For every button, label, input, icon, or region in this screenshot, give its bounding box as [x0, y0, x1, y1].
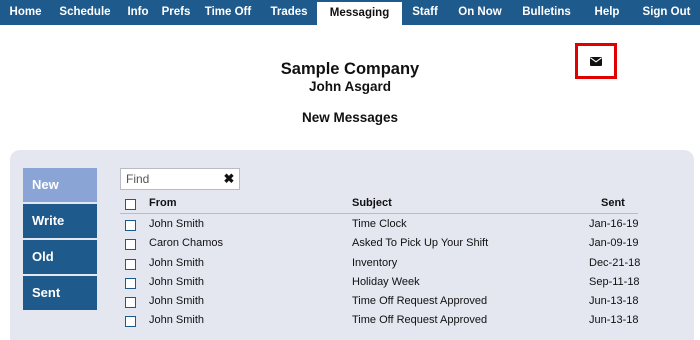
row-checkbox[interactable]: [125, 239, 136, 250]
table-row[interactable]: John Smith Time Clock Jan-16-19: [120, 215, 639, 234]
row-from: John Smith: [149, 295, 205, 307]
envelope-button[interactable]: [575, 43, 617, 79]
row-subject[interactable]: Inventory: [352, 254, 397, 273]
row-from: John Smith: [149, 314, 205, 326]
nav-info[interactable]: Info: [119, 0, 157, 25]
folder-write[interactable]: Write: [23, 204, 97, 238]
nav-prefs[interactable]: Prefs: [157, 0, 195, 25]
row-sent: Dec-21-18: [589, 257, 641, 269]
row-from: John Smith: [149, 276, 205, 288]
find-box: ✖: [120, 168, 240, 190]
folder-new[interactable]: New: [23, 168, 97, 202]
column-subject: Subject: [352, 197, 392, 209]
column-from: From: [149, 197, 177, 209]
row-subject[interactable]: Asked To Pick Up Your Shift: [352, 234, 488, 253]
row-checkbox[interactable]: [125, 259, 136, 270]
close-icon[interactable]: ✖: [222, 171, 236, 187]
row-checkbox[interactable]: [125, 278, 136, 289]
envelope-icon: [590, 56, 602, 66]
row-checkbox[interactable]: [125, 316, 136, 327]
nav-staff[interactable]: Staff: [402, 0, 448, 25]
user-name: John Asgard: [308, 79, 391, 94]
nav-help[interactable]: Help: [581, 0, 633, 25]
row-checkbox[interactable]: [125, 220, 136, 231]
row-subject[interactable]: Holiday Week: [352, 273, 420, 292]
find-input[interactable]: [121, 169, 221, 189]
table-header: From Subject Sent: [120, 196, 638, 214]
table-row[interactable]: Caron Chamos Asked To Pick Up Your Shift…: [120, 234, 639, 253]
row-sent: Sep-11-18: [589, 276, 640, 288]
row-sent: Jan-16-19: [589, 218, 639, 230]
nav-bulletins[interactable]: Bulletins: [512, 0, 581, 25]
nav-schedule[interactable]: Schedule: [51, 0, 119, 25]
nav-sign-out[interactable]: Sign Out: [633, 0, 700, 25]
row-subject[interactable]: Time Off Request Approved: [352, 292, 487, 311]
nav-home[interactable]: Home: [0, 0, 51, 25]
table-row[interactable]: John Smith Holiday Week Sep-11-18: [120, 273, 640, 292]
column-sent: Sent: [601, 197, 625, 209]
table-row[interactable]: John Smith Time Off Request Approved Jun…: [120, 292, 639, 311]
table-row[interactable]: John Smith Time Off Request Approved Jun…: [120, 311, 639, 330]
row-subject[interactable]: Time Clock: [352, 215, 407, 234]
nav-on-now[interactable]: On Now: [448, 0, 512, 25]
nav-messaging[interactable]: Messaging: [317, 0, 402, 25]
top-nav: Home Schedule Info Prefs Time Off Trades…: [0, 0, 700, 25]
row-subject[interactable]: Time Off Request Approved: [352, 311, 487, 330]
nav-time-off[interactable]: Time Off: [195, 0, 261, 25]
select-all-checkbox[interactable]: [125, 199, 136, 210]
row-from: Caron Chamos: [149, 237, 223, 249]
row-checkbox[interactable]: [125, 297, 136, 308]
row-sent: Jan-09-19: [589, 237, 639, 249]
folder-sent[interactable]: Sent: [23, 276, 97, 310]
nav-trades[interactable]: Trades: [261, 0, 317, 25]
page-title: New Messages: [301, 110, 399, 125]
row-from: John Smith: [149, 218, 205, 230]
row-sent: Jun-13-18: [589, 314, 639, 326]
row-from: John Smith: [149, 257, 205, 269]
folder-old[interactable]: Old: [23, 240, 97, 274]
table-row[interactable]: John Smith Inventory Dec-21-18: [120, 254, 641, 273]
row-sent: Jun-13-18: [589, 295, 639, 307]
